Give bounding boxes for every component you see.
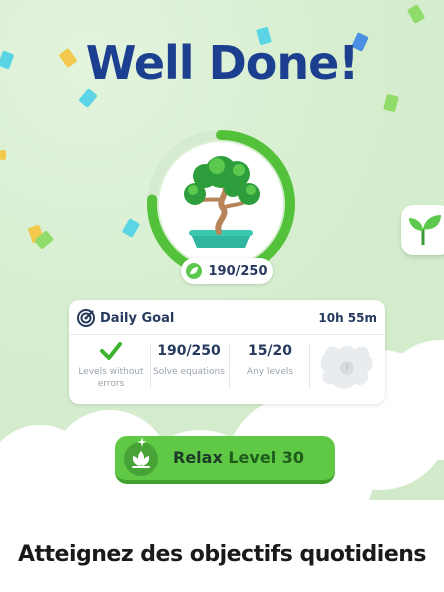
level-word: Level (228, 448, 277, 467)
goal-item-solve-equations: 190/250 Solve equations (153, 340, 225, 378)
relax-level-button[interactable]: Relax Level 30 (115, 436, 335, 484)
column-separator (309, 344, 310, 388)
lotus-icon (124, 442, 158, 476)
relax-level-label: Relax Level 30 (173, 448, 304, 467)
relax-word: Relax (173, 448, 223, 467)
goal-item-any-levels: 15/20 Any levels (234, 340, 306, 378)
goal-caption: Any levels (246, 367, 294, 377)
goal-value: 190/250 (157, 343, 221, 359)
goal-status (75, 340, 147, 362)
goal-value: 15/20 (247, 343, 293, 359)
footer-caption: Atteignez des objectifs quotidiens (17, 542, 427, 567)
leaf-icon (186, 263, 203, 279)
locked-reward-icon (320, 345, 373, 389)
tree-progress-text: 190/250 (208, 263, 268, 279)
card-divider (69, 334, 385, 335)
checkmark-icon (100, 342, 122, 360)
tree-progress-badge: 190/250 (181, 258, 273, 284)
column-separator (229, 344, 230, 388)
target-icon (77, 309, 95, 327)
goal-caption: Levels without errors (78, 367, 144, 389)
goal-caption: Solve equations (153, 367, 225, 377)
sprout-side-button[interactable] (401, 205, 444, 255)
goal-item-levels-without-errors: Levels without errors (75, 340, 147, 390)
daily-goal-header: Daily Goal 10h 55m (77, 307, 377, 329)
daily-goal-card: Daily Goal 10h 55m Levels without errors… (69, 300, 385, 404)
sparkle-icon (137, 437, 147, 447)
column-separator (150, 344, 151, 388)
daily-goal-label: Daily Goal (100, 310, 175, 326)
bonsai-tree-image (159, 142, 283, 266)
sprout-icon (409, 215, 441, 246)
page-title: Well Done! (85, 36, 360, 90)
level-number: 30 (281, 448, 305, 467)
daily-goal-timer: 10h 55m (318, 311, 377, 325)
